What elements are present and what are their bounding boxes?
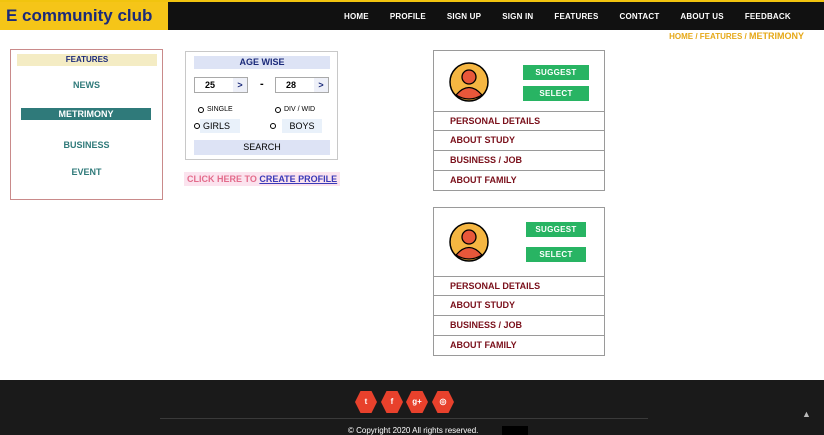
nav-contact[interactable]: CONTACT bbox=[620, 12, 660, 21]
breadcrumb-features[interactable]: FEATURES bbox=[700, 32, 743, 41]
user-avatar-icon bbox=[449, 222, 489, 262]
feature-item-event[interactable]: EVENT bbox=[11, 167, 162, 177]
breadcrumb-current: METRIMONY bbox=[749, 31, 804, 41]
personal-details-link[interactable]: PERSONAL DETAILS bbox=[434, 277, 604, 295]
gender-girls-option[interactable]: GIRLS bbox=[200, 119, 240, 133]
chevron-right-icon[interactable]: > bbox=[314, 78, 328, 92]
age-to-input[interactable]: 28 > bbox=[275, 77, 329, 93]
profile-card: SUGGEST SELECT PERSONAL DETAILS ABOUT ST… bbox=[433, 207, 605, 356]
breadcrumb: HOME / FEATURES / METRIMONY bbox=[669, 31, 804, 41]
create-profile-prompt: CLICK HERE TO CREATE PROFILE bbox=[184, 172, 341, 186]
radio-div-wid[interactable]: DIV / WID bbox=[275, 106, 315, 113]
main-nav: HOME PROFILE SIGN UP SIGN IN FEATURES CO… bbox=[344, 2, 812, 30]
breadcrumb-separator: / bbox=[693, 32, 700, 41]
radio-circle-icon[interactable] bbox=[198, 106, 204, 113]
select-button[interactable]: SELECT bbox=[523, 86, 589, 101]
profile-card-header: SUGGEST SELECT bbox=[434, 208, 604, 277]
copyright-text: © Copyright 2020 All rights reserved. bbox=[348, 426, 479, 435]
gender-boys-option[interactable]: BOYS bbox=[282, 119, 322, 133]
suggest-button[interactable]: SUGGEST bbox=[523, 65, 589, 80]
chevron-right-icon[interactable]: > bbox=[233, 78, 247, 92]
business-job-link[interactable]: BUSINESS / JOB bbox=[434, 150, 604, 170]
instagram-icon[interactable]: ◎ bbox=[432, 391, 454, 413]
radio-div-wid-label: DIV / WID bbox=[284, 106, 316, 113]
twitter-icon[interactable]: t bbox=[355, 391, 377, 413]
search-button[interactable]: SEARCH bbox=[194, 140, 330, 155]
nav-about-us[interactable]: ABOUT US bbox=[680, 12, 723, 21]
about-family-link[interactable]: ABOUT FAMILY bbox=[434, 170, 604, 190]
redacted-block bbox=[502, 426, 528, 435]
site-logo[interactable]: E community club bbox=[0, 2, 168, 30]
facebook-icon[interactable]: f bbox=[381, 391, 403, 413]
age-range-dash: - bbox=[260, 78, 264, 90]
about-family-link[interactable]: ABOUT FAMILY bbox=[434, 335, 604, 355]
nav-profile[interactable]: PROFILE bbox=[390, 12, 426, 21]
feature-item-metrimony[interactable]: METRIMONY bbox=[21, 108, 151, 120]
radio-circle-icon[interactable] bbox=[270, 123, 276, 129]
suggest-button[interactable]: SUGGEST bbox=[526, 222, 586, 237]
features-title: FEATURES bbox=[17, 54, 157, 66]
footer-divider bbox=[160, 418, 648, 419]
google-plus-icon[interactable]: g+ bbox=[406, 391, 428, 413]
nav-home[interactable]: HOME bbox=[344, 12, 369, 21]
age-from-value: 25 bbox=[205, 80, 216, 90]
profile-card-header: SUGGEST SELECT bbox=[434, 51, 604, 112]
profile-card: SUGGEST SELECT PERSONAL DETAILS ABOUT ST… bbox=[433, 50, 605, 191]
age-to-value: 28 bbox=[286, 80, 297, 90]
nav-sign-in[interactable]: SIGN IN bbox=[502, 12, 533, 21]
scroll-top-icon[interactable]: ▲ bbox=[802, 409, 811, 419]
create-profile-prefix: CLICK HERE TO bbox=[187, 174, 260, 184]
radio-circle-icon[interactable] bbox=[275, 106, 281, 113]
nav-feedback[interactable]: FEEDBACK bbox=[745, 12, 791, 21]
about-study-link[interactable]: ABOUT STUDY bbox=[434, 130, 604, 150]
footer: t f g+ ◎ © Copyright 2020 All rights res… bbox=[0, 380, 824, 435]
page: E community club HOME PROFILE SIGN UP SI… bbox=[0, 0, 824, 435]
business-job-link[interactable]: BUSINESS / JOB bbox=[434, 315, 604, 335]
personal-details-link[interactable]: PERSONAL DETAILS bbox=[434, 112, 604, 130]
age-from-input[interactable]: 25 > bbox=[194, 77, 248, 93]
age-wise-title: AGE WISE bbox=[194, 56, 330, 69]
top-navbar: E community club HOME PROFILE SIGN UP SI… bbox=[0, 0, 824, 30]
about-study-link[interactable]: ABOUT STUDY bbox=[434, 295, 604, 315]
feature-item-news[interactable]: NEWS bbox=[11, 80, 162, 90]
features-panel: FEATURES NEWS METRIMONY BUSINESS EVENT bbox=[10, 49, 163, 200]
user-avatar-icon bbox=[449, 62, 489, 102]
age-search-panel: AGE WISE 25 > - 28 > SINGLE DIV / WID GI… bbox=[185, 51, 338, 160]
feature-item-business[interactable]: BUSINESS bbox=[11, 140, 162, 150]
create-profile-link[interactable]: CREATE PROFILE bbox=[259, 174, 337, 184]
nav-features[interactable]: FEATURES bbox=[554, 12, 598, 21]
radio-single-label: SINGLE bbox=[207, 106, 233, 113]
radio-single[interactable]: SINGLE bbox=[198, 106, 233, 113]
nav-sign-up[interactable]: SIGN UP bbox=[447, 12, 481, 21]
breadcrumb-separator: / bbox=[742, 32, 749, 41]
select-button[interactable]: SELECT bbox=[526, 247, 586, 262]
breadcrumb-home[interactable]: HOME bbox=[669, 32, 693, 41]
